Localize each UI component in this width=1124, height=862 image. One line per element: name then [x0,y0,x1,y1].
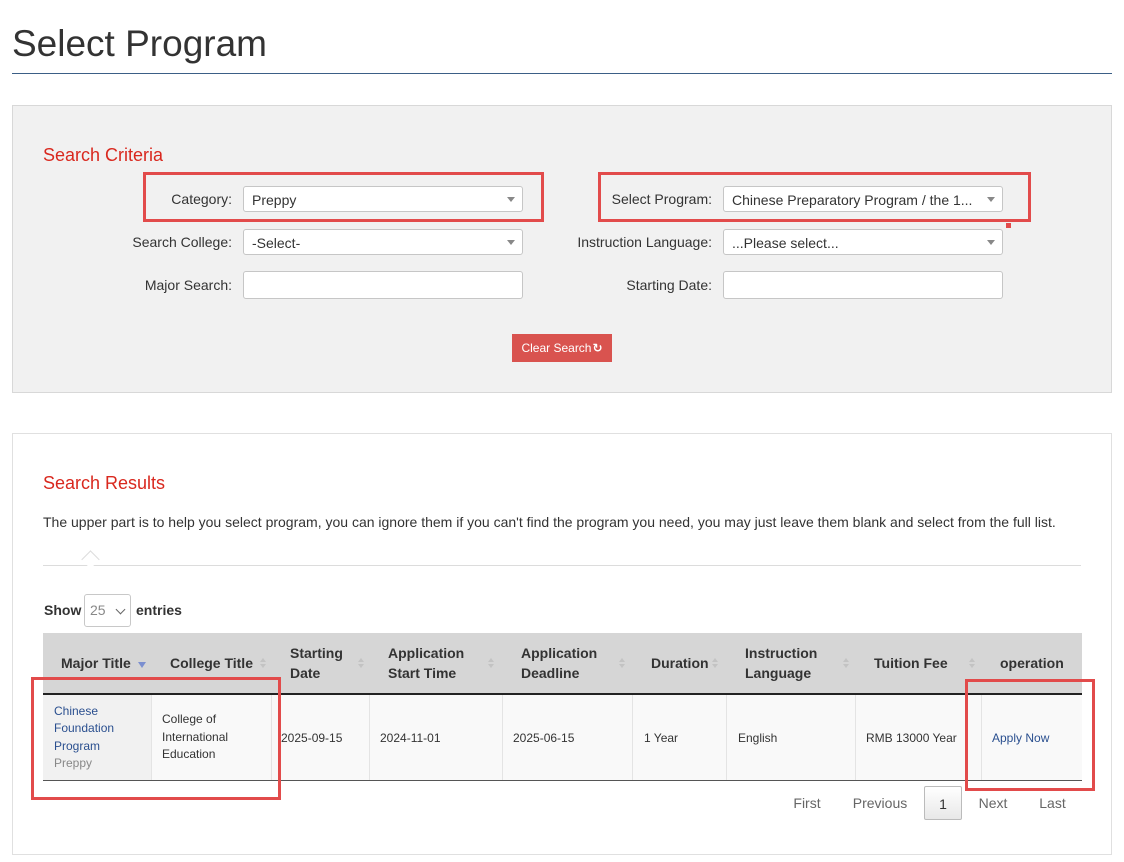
highlight-category [143,172,544,222]
column-duration[interactable]: Duration [651,633,731,693]
sort-desc-icon [138,658,146,669]
sort-icon [712,658,719,669]
column-application-deadline[interactable]: Application Deadline [521,633,631,693]
search-college-label: Search College: [132,234,232,250]
cell-instruction-language: English [727,695,856,780]
column-application-start[interactable]: Application Start Time [388,633,503,693]
major-search-input[interactable] [243,271,523,299]
column-application-deadline-line1: Application [521,645,598,661]
column-starting-date[interactable]: Starting Date [290,633,370,693]
sort-icon [969,658,976,669]
dropdown-caret-icon [987,240,995,245]
highlight-operation [965,679,1095,791]
column-instruction-language-line2: Language [745,665,812,681]
column-starting-date-line2: Date [290,665,321,681]
dropdown-caret-icon [507,240,515,245]
column-instruction-language[interactable]: Instruction Language [745,633,855,693]
refresh-icon: ↻ [592,341,603,355]
column-tuition-fee-label: Tuition Fee [874,655,948,671]
pagination-next[interactable]: Next [973,786,1013,820]
sort-icon [358,658,365,669]
chevron-down-icon [115,604,126,615]
title-divider [12,73,1112,74]
help-divider [43,565,1081,566]
column-instruction-language-line1: Instruction [745,645,818,661]
college-select[interactable]: -Select- [243,229,523,255]
instruction-language-label: Instruction Language: [577,234,712,250]
cell-application-deadline: 2025-06-15 [503,695,633,780]
pagination-last[interactable]: Last [1030,786,1075,820]
cell-duration: 1 Year [633,695,727,780]
column-operation-label: operation [1000,655,1064,671]
highlight-program [598,172,1031,222]
sort-icon [619,658,626,669]
sort-icon [488,658,495,669]
search-results-heading: Search Results [43,473,166,493]
starting-date-label: Starting Date: [626,277,712,293]
entries-label: entries [136,602,182,618]
clear-search-label: Clear Search [521,341,592,355]
column-application-start-line2: Start Time [388,665,457,681]
column-tuition-fee[interactable]: Tuition Fee [874,633,979,693]
pagination-page-1[interactable]: 1 [924,786,962,820]
page-length-select[interactable]: 25 [84,594,131,627]
instruction-language-select[interactable]: ...Please select... [723,229,1003,255]
page-title: Select Program [12,23,267,64]
major-search-label: Major Search: [144,277,232,293]
pagination-previous[interactable]: Previous [845,786,915,820]
search-criteria-heading: Search Criteria [43,145,164,165]
show-label: Show [44,602,82,618]
clear-search-button[interactable]: Clear Search↻ [512,334,612,362]
cell-tuition-fee: RMB 13000 Year [856,695,982,780]
instruction-language-value: ...Please select... [732,235,839,251]
column-application-deadline-line2: Deadline [521,665,580,681]
starting-date-input[interactable] [723,271,1003,299]
column-starting-date-line1: Starting [290,645,343,661]
column-application-start-line1: Application [388,645,465,661]
sort-icon [843,658,850,669]
cell-starting-date: 2025-09-15 [272,695,370,780]
page-length-value: 25 [90,602,106,618]
column-major-title-label: Major Title [61,655,131,671]
college-select-value: -Select- [252,235,301,251]
cell-application-start: 2024-11-01 [370,695,503,780]
column-college-title-label: College Title [170,655,253,671]
highlight-major-college [31,677,281,800]
pagination-first[interactable]: First [782,786,832,820]
sort-icon [260,658,267,669]
highlight-marker [1006,223,1011,228]
column-duration-label: Duration [651,655,709,671]
help-text: The upper part is to help you select pro… [43,514,1056,530]
